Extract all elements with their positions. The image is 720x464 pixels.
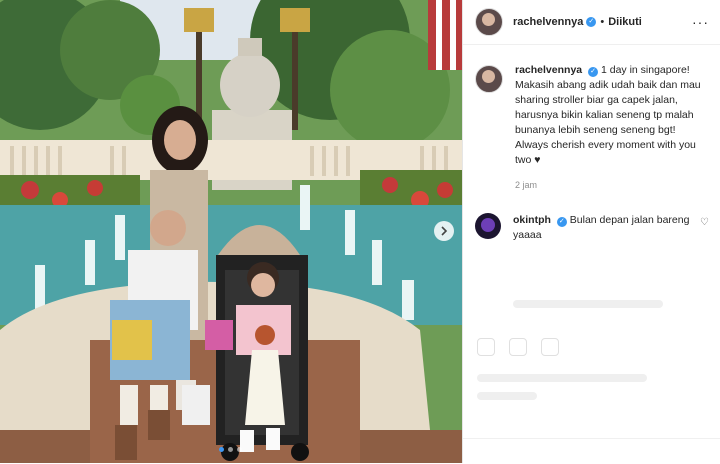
placeholder-row [513, 300, 663, 308]
comment-username[interactable]: okintph [513, 214, 551, 226]
comment-item: okintph ✓ Bulan depan jalan bareng yaaaa… [463, 213, 720, 243]
comment-icon[interactable] [509, 338, 527, 356]
carousel-dot [237, 447, 242, 452]
more-horizontal-icon[interactable]: ··· [692, 14, 709, 30]
heart-icon[interactable]: ♡ [700, 213, 709, 243]
post-sidebar: rachelvennya ✓ • Diikuti ··· rachelvenny… [462, 0, 720, 463]
faded-likes [463, 374, 720, 400]
comment-body: okintph ✓ Bulan depan jalan bareng yaaaa [513, 213, 700, 243]
placeholder-row [477, 392, 537, 400]
chevron-right-icon [441, 226, 448, 236]
verified-badge-icon: ✓ [586, 17, 597, 27]
caption-username[interactable]: rachelvennya [515, 64, 582, 76]
carousel-dots [219, 447, 242, 452]
separator-dot: • [600, 16, 605, 28]
post-username[interactable]: rachelvennya [513, 16, 583, 28]
avatar[interactable] [475, 8, 503, 36]
post-photo[interactable] [0, 0, 462, 463]
caption-block: rachelvennya ✓ 1 day in singapore! Makas… [463, 63, 720, 193]
carousel-dot [228, 447, 233, 452]
comment-input-area[interactable] [463, 438, 720, 464]
share-icon[interactable] [541, 338, 559, 356]
post-timestamp[interactable]: 2 jam [515, 178, 705, 193]
follow-status-button[interactable]: Diikuti [608, 16, 642, 28]
like-icon[interactable] [477, 338, 495, 356]
photo-scene [0, 0, 462, 463]
verified-badge-icon: ✓ [588, 67, 599, 77]
post-header: rachelvennya ✓ • Diikuti ··· [463, 0, 720, 45]
carousel-dot [219, 447, 224, 452]
avatar[interactable] [475, 213, 501, 239]
caption: rachelvennya ✓ 1 day in singapore! Makas… [515, 63, 705, 193]
carousel-next-button[interactable] [434, 221, 454, 241]
caption-text: 1 day in singapore! Makasih abang adik u… [515, 64, 701, 166]
avatar[interactable] [475, 65, 503, 93]
verified-badge-icon: ✓ [556, 217, 567, 227]
placeholder-row [477, 374, 647, 382]
faded-comments [463, 300, 720, 308]
action-bar [477, 338, 559, 356]
